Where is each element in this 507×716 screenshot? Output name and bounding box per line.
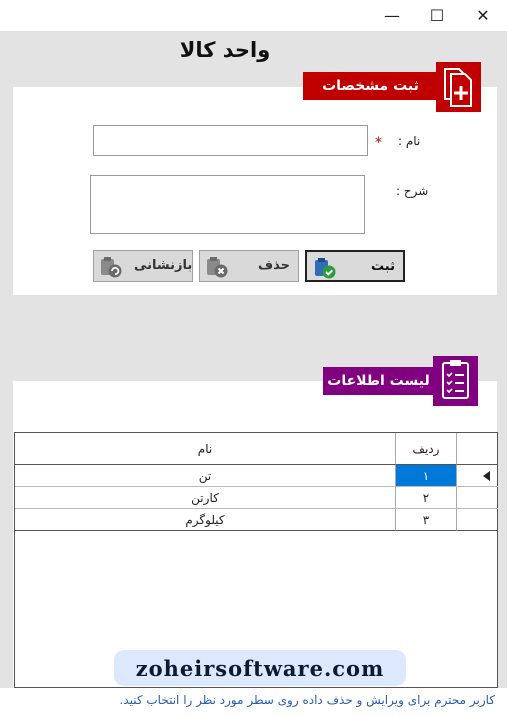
window-titlebar: — ☐ ✕ [0, 0, 507, 31]
table-row-2-index[interactable]: ۲ [395, 487, 456, 509]
row-selector[interactable] [456, 487, 498, 509]
save-button[interactable]: ثبت [305, 250, 405, 282]
reset-label: بازنشانی [134, 258, 193, 273]
add-document-icon [436, 62, 481, 112]
save-label: ثبت [371, 259, 395, 274]
list-panel-header-label: لیست اطلاعات [327, 373, 430, 389]
maximize-icon[interactable]: ☐ [414, 0, 460, 31]
required-mark: * [375, 135, 382, 151]
form-panel-header-label: ثبت مشخصات [322, 78, 419, 94]
grid-header-corner [456, 433, 498, 465]
table-row-3-index[interactable]: ۳ [395, 509, 456, 531]
name-label: نام : [398, 134, 421, 148]
current-row-arrow-icon [483, 470, 490, 481]
page-title: واحد کالا [179, 38, 271, 62]
name-field[interactable] [93, 125, 368, 156]
watermark-banner: zoheirsoftware.com [114, 650, 406, 686]
form-panel-header: ثبت مشخصات [303, 72, 438, 100]
row-selector[interactable] [456, 465, 498, 487]
table-row-1-name[interactable]: تن [15, 465, 395, 487]
minimize-icon[interactable]: — [369, 0, 415, 31]
reset-icon [99, 256, 123, 282]
column-header-index[interactable]: ردیف [395, 433, 456, 465]
row-selector[interactable] [456, 509, 498, 531]
delete-label: حذف [258, 258, 290, 273]
table-row-3-name[interactable]: کیلوگرم [15, 509, 395, 531]
close-icon[interactable]: ✕ [460, 0, 506, 31]
status-hint: کاربر محترم برای ویرایش و حذف داده روی س… [119, 693, 496, 707]
table-row-2-name[interactable]: کارتن [15, 487, 395, 509]
save-check-icon [313, 257, 337, 283]
column-header-name[interactable]: نام [15, 433, 395, 465]
reset-button[interactable]: بازنشانی [93, 250, 193, 282]
table-row-1-index[interactable]: ۱ [395, 465, 456, 487]
delete-icon [205, 256, 229, 282]
description-label: شرح : [396, 184, 429, 198]
list-panel-header: لیست اطلاعات [323, 367, 434, 395]
delete-button[interactable]: حذف [199, 250, 299, 282]
description-field[interactable] [90, 175, 365, 234]
checklist-icon [433, 356, 478, 406]
